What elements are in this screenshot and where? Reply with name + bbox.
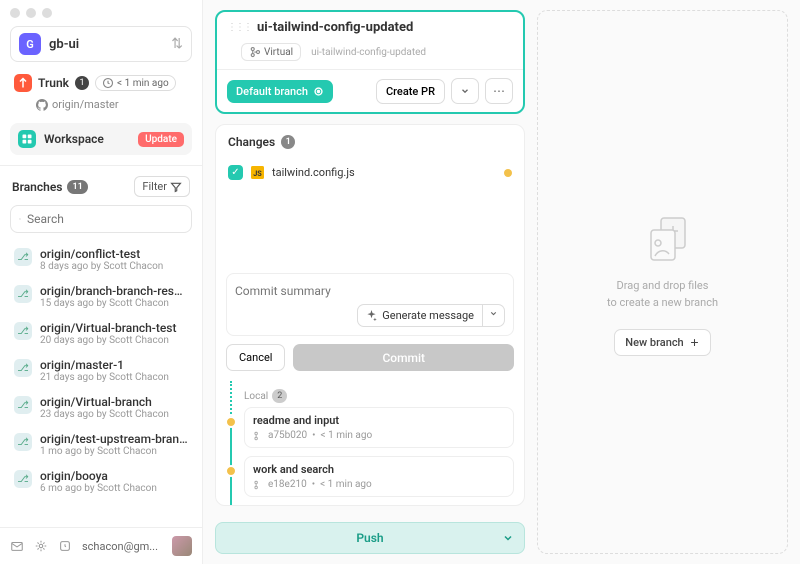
traffic-min[interactable] — [26, 8, 36, 18]
search-box[interactable] — [10, 205, 192, 233]
avatar[interactable] — [172, 536, 192, 556]
workspace-icon — [18, 130, 36, 148]
drop-zone-text: Drag and drop files to create a new bran… — [607, 278, 718, 311]
svg-text:JS: JS — [253, 169, 262, 178]
chevron-updown-icon: ⇅ — [171, 36, 183, 52]
trunk-label: Trunk — [38, 76, 69, 90]
changes-card: Changes 1 ✓ JS tailwind.config.js Genera… — [215, 124, 525, 506]
trunk-timeago: < 1 min ago — [95, 75, 176, 91]
new-branch-button[interactable]: New branch — [614, 329, 710, 356]
branch-icon: ⎇ — [14, 322, 32, 340]
branch-item[interactable]: ⎇origin/branch-branch-resource...15 days… — [4, 278, 198, 315]
history-icon[interactable] — [58, 539, 72, 553]
branch-list: ⎇origin/conflict-test8 days ago by Scott… — [0, 241, 202, 527]
search-icon — [19, 213, 21, 225]
js-file-icon: JS — [251, 166, 264, 179]
traffic-max[interactable] — [42, 8, 52, 18]
project-selector[interactable]: G gb-ui ⇅ — [10, 26, 192, 62]
generate-message-button[interactable]: Generate message — [357, 304, 483, 327]
cancel-button[interactable]: Cancel — [226, 344, 285, 371]
workspace-label: Workspace — [44, 132, 130, 146]
commit-timeline: Local 2 readme and input a75b020 • < 1 m… — [216, 381, 524, 505]
trunk-icon — [14, 74, 32, 92]
branches-count: 11 — [67, 180, 87, 194]
traffic-close[interactable] — [10, 8, 20, 18]
generate-dropdown[interactable] — [483, 304, 505, 327]
gear-icon[interactable] — [34, 539, 48, 553]
create-pr-button[interactable]: Create PR — [376, 79, 445, 104]
changes-count: 1 — [281, 135, 295, 149]
sidebar: G gb-ui ⇅ Trunk 1 < 1 min ago origin/mas… — [0, 0, 203, 564]
drop-zone[interactable]: Drag and drop files to create a new bran… — [537, 10, 788, 554]
local-count: 2 — [272, 389, 287, 403]
commit-hash: a75b020 — [268, 430, 307, 441]
update-badge[interactable]: Update — [138, 132, 184, 147]
mail-icon[interactable] — [10, 539, 24, 553]
branch-icon: ⎇ — [14, 396, 32, 414]
branches-header: Branches 11 Filter — [0, 166, 202, 205]
workspace-row[interactable]: Workspace Update — [10, 123, 192, 155]
branch-item[interactable]: ⎇origin/test-upstream-branch21 mo ago by… — [4, 426, 198, 463]
local-label: Local — [244, 391, 268, 402]
commit-button[interactable]: Commit — [293, 344, 514, 371]
branch-item[interactable]: ⎇origin/master-121 days ago by Scott Cha… — [4, 352, 198, 389]
commit-dot — [225, 465, 237, 477]
commit-hash: e18e210 — [268, 479, 307, 490]
commit-item[interactable]: readme and input a75b020 • < 1 min ago — [244, 407, 514, 448]
branch-path: ui-tailwind-config-updated — [311, 47, 426, 58]
commit-box: Generate message — [226, 273, 514, 336]
default-branch-badge[interactable]: Default branch — [227, 80, 333, 103]
commit-summary-input[interactable] — [235, 282, 505, 304]
file-checkbox[interactable]: ✓ — [228, 165, 243, 180]
drag-handle-icon[interactable]: ⋮⋮⋮ — [227, 22, 251, 33]
branch-icon: ⎇ — [14, 433, 32, 451]
filter-button[interactable]: Filter — [134, 176, 190, 197]
drop-files-icon — [633, 208, 693, 268]
branches-title: Branches — [12, 180, 62, 194]
kebab-menu[interactable]: ⋯ — [485, 78, 513, 104]
branch-card: ⋮⋮⋮ ui-tailwind-config-updated Virtual u… — [215, 10, 525, 114]
branch-icon: ⎇ — [14, 470, 32, 488]
branch-icon: ⎇ — [14, 248, 32, 266]
file-row[interactable]: ✓ JS tailwind.config.js — [216, 159, 524, 190]
plus-icon — [689, 337, 700, 348]
push-button[interactable]: Push — [215, 522, 525, 554]
search-input[interactable] — [27, 212, 183, 226]
main: ⋮⋮⋮ ui-tailwind-config-updated Virtual u… — [203, 0, 800, 564]
branch-icon: ⎇ — [14, 285, 32, 303]
create-pr-dropdown[interactable] — [451, 78, 479, 104]
file-name: tailwind.config.js — [272, 166, 496, 179]
footer: schacon@gm... — [0, 527, 202, 564]
commit-time: < 1 min ago — [321, 430, 373, 441]
branch-item[interactable]: ⎇origin/Virtual-branch23 days ago by Sco… — [4, 389, 198, 426]
virtual-tag: Virtual — [241, 43, 301, 61]
commit-time: < 1 min ago — [320, 479, 372, 490]
branch-icon: ⎇ — [14, 359, 32, 377]
modified-dot — [504, 169, 512, 177]
project-name: gb-ui — [49, 37, 163, 52]
window-controls — [0, 0, 202, 26]
trunk-origin: origin/master — [0, 96, 202, 119]
branch-item[interactable]: ⎇origin/Virtual-branch-test20 days ago b… — [4, 315, 198, 352]
commit-dot — [225, 416, 237, 428]
changes-title: Changes — [228, 135, 275, 149]
commit-title: readme and input — [253, 414, 505, 427]
user-email: schacon@gm... — [82, 540, 162, 553]
branch-card-title: ui-tailwind-config-updated — [257, 20, 513, 35]
commit-title: work and search — [253, 463, 505, 476]
project-icon: G — [19, 33, 41, 55]
trunk-count-badge: 1 — [75, 76, 89, 90]
trunk-row[interactable]: Trunk 1 < 1 min ago — [0, 70, 202, 96]
branch-item[interactable]: ⎇origin/conflict-test8 days ago by Scott… — [4, 241, 198, 278]
branch-item[interactable]: ⎇origin/booya6 mo ago by Scott Chacon — [4, 463, 198, 500]
chevron-down-icon — [502, 532, 514, 544]
commit-item[interactable]: work and search e18e210 • < 1 min ago — [244, 456, 514, 497]
